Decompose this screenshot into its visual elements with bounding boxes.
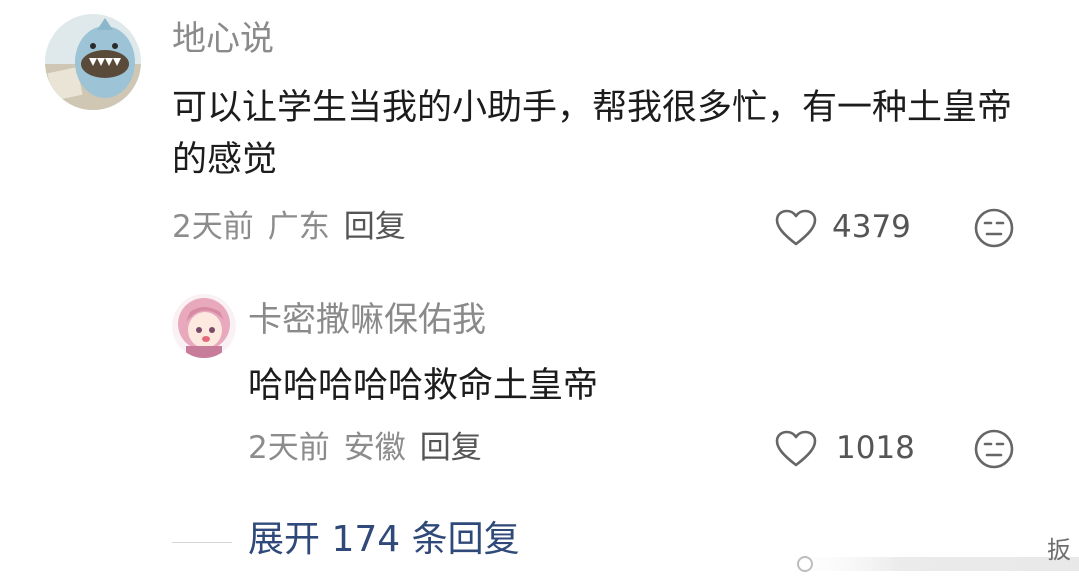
reply-location: 安徽 <box>343 430 406 466</box>
comment-author[interactable]: 地心说 <box>172 22 274 56</box>
meh-face-icon <box>974 429 1014 469</box>
reply-button[interactable]: 回复 <box>344 209 406 245</box>
reply-button[interactable]: 回复 <box>420 430 482 466</box>
watermark-image <box>779 556 1079 572</box>
reply-author[interactable]: 卡密撒嘛保佑我 <box>248 303 486 337</box>
reply-meta: 2天前 安徽 回复 <box>248 433 496 464</box>
avatar[interactable] <box>172 294 236 358</box>
watermark-text: 扳 <box>1047 536 1071 564</box>
like-button[interactable] <box>775 430 817 472</box>
comment-meta: 2天前 广东 回复 <box>172 212 420 243</box>
comment-location: 广东 <box>267 209 330 245</box>
like-button[interactable] <box>775 209 817 251</box>
expand-replies-link[interactable]: 展开 174 条回复 <box>248 522 520 558</box>
comment-time: 2天前 <box>172 209 254 245</box>
meh-face-icon <box>974 208 1014 248</box>
dislike-button[interactable] <box>974 429 1014 473</box>
reply-time: 2天前 <box>248 430 330 466</box>
dislike-button[interactable] <box>974 208 1014 252</box>
avatar-shark-image <box>45 14 141 110</box>
avatar[interactable] <box>45 14 141 110</box>
like-count: 4379 <box>832 209 911 245</box>
expand-divider <box>172 542 232 543</box>
heart-icon <box>775 430 817 467</box>
reply-text: 哈哈哈哈哈救命土皇帝 <box>248 366 599 406</box>
avatar-anime-girl-image <box>172 294 236 358</box>
like-count: 1018 <box>836 430 915 466</box>
comment-text: 可以让学生当我的小助手，帮我很多忙，有一种土皇帝的感觉 <box>172 88 1013 180</box>
heart-icon <box>775 209 817 246</box>
